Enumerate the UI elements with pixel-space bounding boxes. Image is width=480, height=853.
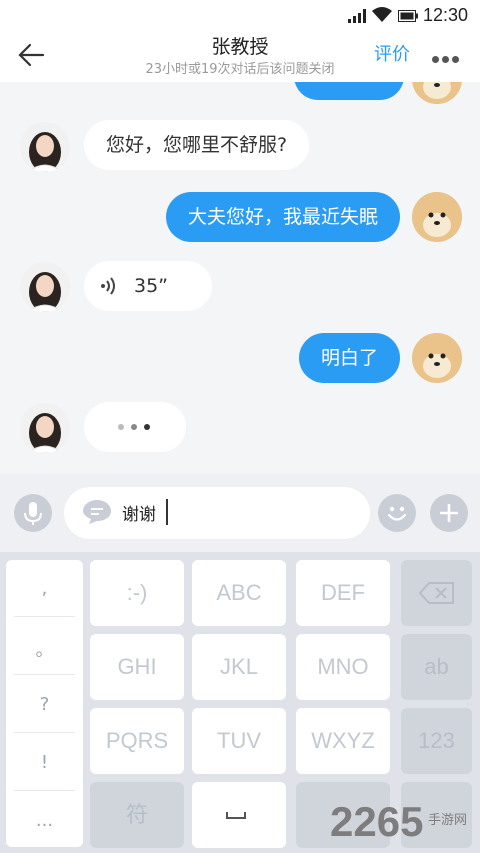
watermark-logo: 2265 手游网 [330,796,480,846]
space-icon [226,812,246,819]
message-input[interactable]: 谢谢 [64,487,370,539]
input-bar: 谢谢 [0,474,480,552]
punct-key[interactable]: ? [6,694,83,715]
user-avatar[interactable] [412,82,462,104]
emoji-button[interactable] [378,494,416,532]
punct-key[interactable]: ... [6,810,83,831]
voice-input-button[interactable] [14,494,52,532]
key-emoticon[interactable]: :-) [90,560,184,626]
key-tuv[interactable]: TUV [192,708,286,774]
partial-message-bubble [294,82,404,100]
message-bubble: 您好，您哪里不舒服? [84,120,310,170]
smiley-icon [387,506,407,521]
svg-text:手游网: 手游网 [428,813,467,828]
punct-key[interactable]: , [6,578,83,599]
battery-icon [398,10,418,22]
rate-button[interactable]: 评价 [374,40,410,66]
chat-header: 张教授 23小时或19次对话后该问题关闭 评价 [0,32,480,82]
doctor-avatar[interactable] [20,262,70,312]
message-bubble: 明白了 [298,333,400,383]
chat-list[interactable]: 您好，您哪里不舒服? 大夫您好，我最近失眠 35” 明白了 [0,82,480,474]
punctuation-column[interactable]: , 。 ? ! ... [6,560,83,847]
status-bar: 12:30 [0,0,480,32]
more-menu-icon[interactable] [432,48,464,63]
wifi-icon [372,7,392,22]
svg-text:2265: 2265 [330,798,423,845]
user-avatar[interactable] [412,192,462,242]
key-def[interactable]: DEF [296,560,390,626]
plus-icon [440,504,458,522]
key-space[interactable] [192,782,286,848]
punct-key[interactable]: ! [6,752,83,773]
key-letters-mode[interactable]: ab [401,634,472,700]
key-mno[interactable]: MNO [296,634,390,700]
backspace-icon [418,582,454,604]
text-caret [166,499,168,525]
message-input-value: 谢谢 [122,505,156,525]
key-ghi[interactable]: GHI [90,634,184,700]
doctor-avatar[interactable] [20,122,70,172]
key-wxyz[interactable]: WXYZ [296,708,390,774]
message-bubble: 大夫您好，我最近失眠 [165,192,400,242]
voice-wave-icon [101,277,115,295]
chat-bubble-icon [83,500,111,524]
voice-message-bubble[interactable]: 35” [84,261,212,311]
key-backspace[interactable] [401,560,472,626]
key-numbers-mode[interactable]: 123 [401,708,472,774]
voice-duration: 35” [134,275,169,297]
key-pqrs[interactable]: PQRS [90,708,184,774]
key-symbols[interactable]: 符 [90,782,184,848]
more-actions-button[interactable] [430,494,468,532]
user-avatar[interactable] [412,333,462,383]
key-jkl[interactable]: JKL [192,634,286,700]
typing-indicator [84,402,186,452]
key-abc[interactable]: ABC [192,560,286,626]
punct-key[interactable]: 。 [6,636,83,662]
status-time: 12:30 [422,5,468,25]
signal-icon [348,9,366,23]
doctor-avatar[interactable] [20,403,70,453]
microphone-icon [24,502,42,525]
